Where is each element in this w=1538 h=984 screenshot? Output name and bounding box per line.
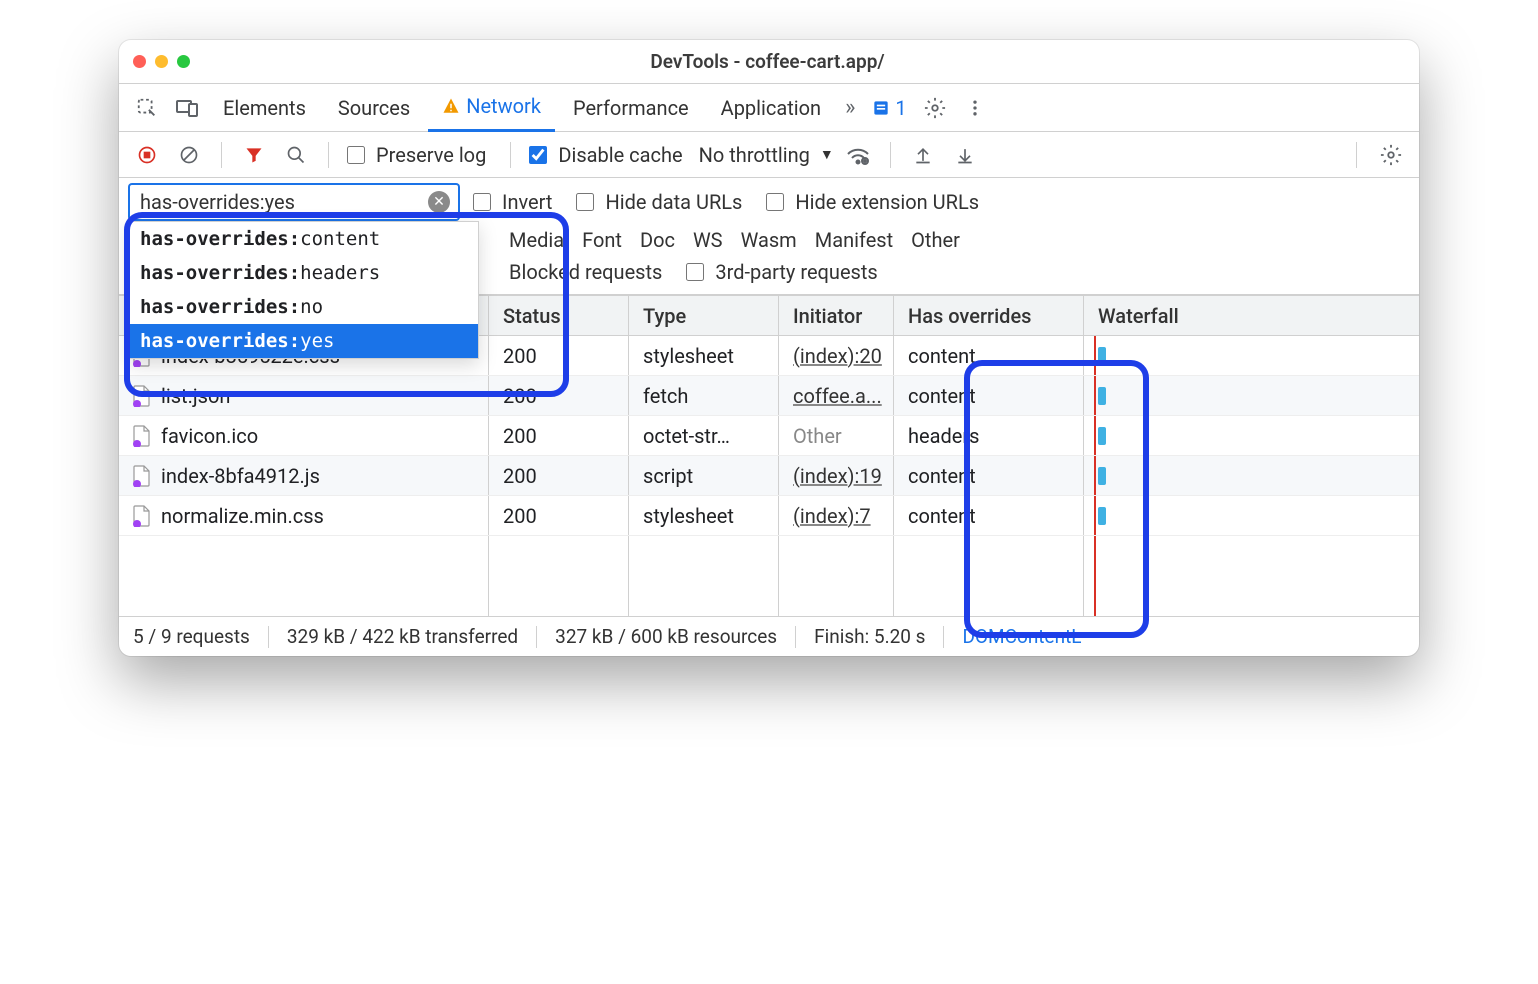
type-filter-chip[interactable]: Doc [640,228,675,252]
type-filter-chip[interactable]: Font [582,228,622,252]
col-status[interactable]: Status [489,296,629,335]
col-type[interactable]: Type [629,296,779,335]
record-button[interactable] [129,137,165,173]
more-tabs-icon[interactable]: » [845,95,855,120]
tab-sources[interactable]: Sources [324,84,424,132]
invert-checkbox[interactable]: Invert [469,190,552,214]
autocomplete-item[interactable]: has-overrides:headers [130,256,478,290]
clear-filter-icon[interactable]: ✕ [428,191,450,213]
warning-icon [442,97,460,115]
third-party-checkbox[interactable]: 3rd-party requests [682,260,877,284]
status-resources: 327 kB / 600 kB resources [555,625,777,648]
close-window-button[interactable] [133,55,146,68]
file-icon [133,385,151,407]
file-icon [133,425,151,447]
col-waterfall[interactable]: Waterfall [1084,296,1419,335]
file-icon [133,465,151,487]
throttling-select[interactable]: No throttling ▼ [699,143,834,167]
kebab-menu-icon[interactable] [957,90,993,126]
search-icon[interactable] [278,137,314,173]
filter-bar: ✕ has-overrides:contenthas-overrides:hea… [119,178,1419,226]
type-filter-chip[interactable]: Manifest [815,228,893,252]
hide-extension-urls-checkbox[interactable]: Hide extension URLs [762,190,979,214]
filter-input[interactable] [138,189,428,215]
file-icon [133,505,151,527]
inspect-icon[interactable] [129,90,165,126]
autocomplete-item[interactable]: has-overrides:content [130,222,478,256]
table-row[interactable]: list.json200fetchcoffee.a...content [119,376,1419,416]
filter-icon[interactable] [236,137,272,173]
type-filter-chip[interactable]: WS [693,228,723,252]
tab-application[interactable]: Application [707,84,835,132]
network-conditions-icon[interactable] [840,137,876,173]
window-title: DevTools - coffee-cart.app/ [190,50,1345,73]
download-har-icon[interactable] [947,137,983,173]
upload-har-icon[interactable] [905,137,941,173]
table-row[interactable]: index-8bfa4912.js200script(index):19cont… [119,456,1419,496]
maximize-window-button[interactable] [177,55,190,68]
status-transferred: 329 kB / 422 kB transferred [287,625,518,648]
panel-tabs: Elements Sources Network Performance App… [119,84,1419,132]
tab-performance[interactable]: Performance [559,84,703,132]
panel-settings-icon[interactable] [1373,137,1409,173]
tab-network[interactable]: Network [428,84,555,132]
autocomplete-item[interactable]: has-overrides:no [130,290,478,324]
settings-icon[interactable] [917,90,953,126]
minimize-window-button[interactable] [155,55,168,68]
col-has-overrides[interactable]: Has overrides [894,296,1084,335]
status-requests: 5 / 9 requests [133,625,250,648]
filter-input-wrapper: ✕ has-overrides:contenthas-overrides:hea… [129,184,459,220]
network-toolbar: Preserve log Disable cache No throttling… [119,132,1419,178]
status-dcl: DOMContentL [962,625,1081,648]
type-filter-chip[interactable]: Wasm [741,228,797,252]
issues-badge[interactable]: 1 [871,96,906,120]
window-controls [133,55,190,68]
table-body: index-b859522e.css200stylesheet(index):2… [119,336,1419,616]
autocomplete-item[interactable]: has-overrides:yes [130,324,478,358]
clear-button[interactable] [171,137,207,173]
type-filter-chip[interactable]: Other [911,228,960,252]
hide-data-urls-checkbox[interactable]: Hide data URLs [572,190,742,214]
autocomplete-dropdown: has-overrides:contenthas-overrides:heade… [129,221,479,359]
col-initiator[interactable]: Initiator [779,296,894,335]
tab-elements[interactable]: Elements [209,84,320,132]
titlebar: DevTools - coffee-cart.app/ [119,40,1419,84]
disable-cache-checkbox[interactable]: Disable cache [525,143,682,167]
preserve-log-checkbox[interactable]: Preserve log [343,143,486,167]
status-bar: 5 / 9 requests 329 kB / 422 kB transferr… [119,616,1419,656]
table-row[interactable]: normalize.min.css200stylesheet(index):7c… [119,496,1419,536]
status-finish: Finish: 5.20 s [814,625,925,648]
blocked-requests-checkbox[interactable]: Blocked requests [509,260,662,284]
table-row[interactable]: favicon.ico200octet-str…Otherheaders [119,416,1419,456]
device-toggle-icon[interactable] [169,90,205,126]
type-filter-chip[interactable]: Media [509,228,564,252]
devtools-window: DevTools - coffee-cart.app/ Elements Sou… [119,40,1419,656]
